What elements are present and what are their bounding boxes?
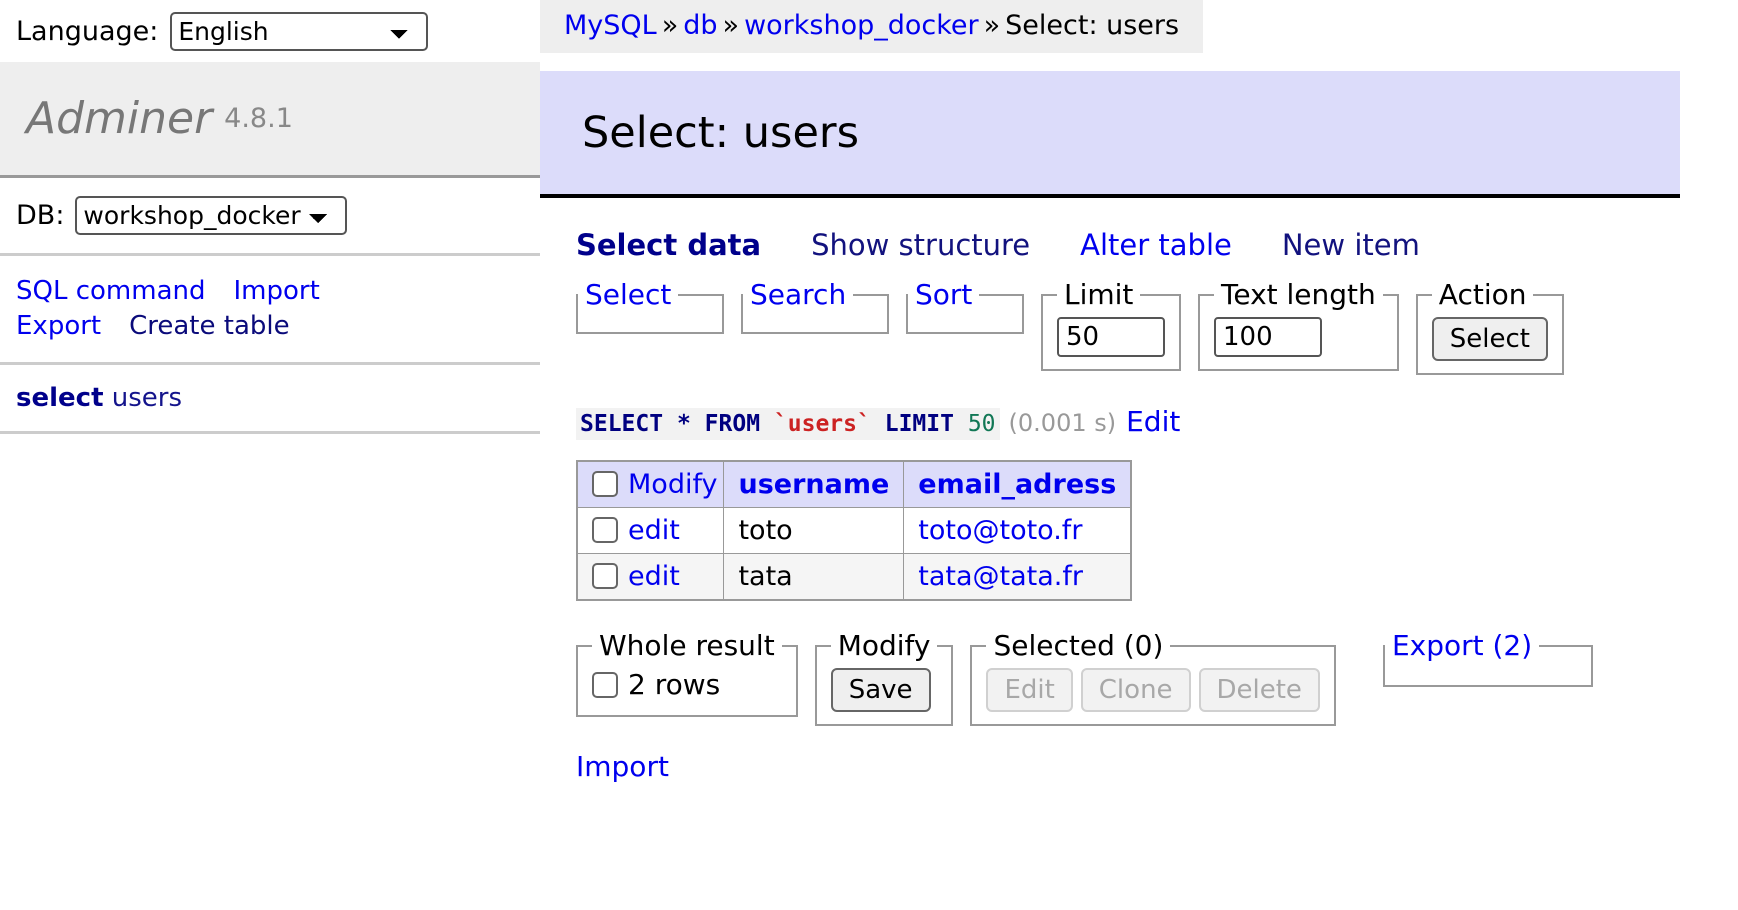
select-all-checkbox[interactable] xyxy=(592,471,618,497)
adminer-logo: Adminer 4.8.1 xyxy=(0,62,540,178)
adminer-version: 4.8.1 xyxy=(224,103,293,134)
tab-show-structure[interactable]: Show structure xyxy=(811,228,1030,262)
tab-select-data[interactable]: Select data xyxy=(576,228,761,262)
table-header-row: Modify username email_adress xyxy=(576,460,1132,508)
executed-query-line: SELECT * FROM `users` LIMIT 50 (0.001 s) E… xyxy=(576,405,1738,440)
breadcrumb-item-current: Select: users xyxy=(1005,10,1180,41)
query-controls-row: Select Search Sort Limit Text length Act… xyxy=(576,278,1738,375)
sql-table-name: `users` xyxy=(773,411,871,437)
text-length-fieldset: Text length xyxy=(1198,278,1399,371)
modify-legend: Modify xyxy=(837,629,931,662)
sidebar-current-action: select users xyxy=(0,365,540,435)
sidebar-link-export[interactable]: Export xyxy=(16,311,101,341)
sidebar-link-create-table[interactable]: Create table xyxy=(129,311,290,341)
export-legend-link[interactable]: Export (2) xyxy=(1385,629,1539,662)
footer-controls-row: Whole result 2 rows Modify Save Selected… xyxy=(576,629,1738,726)
page-title: Select: users xyxy=(582,107,860,158)
language-bar: Language: English xyxy=(0,0,540,62)
breadcrumb-separator: » xyxy=(661,10,679,41)
sort-legend-link[interactable]: Sort xyxy=(908,278,979,311)
cell-username: tata xyxy=(723,553,905,601)
page-title-bar: Select: users xyxy=(540,71,1680,198)
limit-fieldset: Limit xyxy=(1041,278,1181,371)
sql-keyword-limit: LIMIT xyxy=(884,411,954,437)
selected-fieldset: Selected (0) Edit Clone Delete xyxy=(970,629,1336,726)
breadcrumb-separator: » xyxy=(983,10,1001,41)
modify-header-label: Modify xyxy=(628,469,718,500)
language-label: Language: xyxy=(16,15,159,47)
edit-query-link[interactable]: Edit xyxy=(1126,405,1180,438)
sidebar: Adminer 4.8.1 DB: workshop_docker SQL co… xyxy=(0,62,540,910)
row-checkbox[interactable] xyxy=(592,563,618,589)
sql-query-text: SELECT * FROM `users` LIMIT 50 xyxy=(576,408,1000,440)
email-link[interactable]: toto@toto.fr xyxy=(918,515,1082,546)
db-select[interactable]: workshop_docker xyxy=(75,196,348,235)
search-fieldset: Search xyxy=(741,278,889,334)
table-row: edit toto toto@toto.fr xyxy=(576,507,1132,554)
delete-selected-button: Delete xyxy=(1198,668,1320,712)
whole-result-fieldset: Whole result 2 rows xyxy=(576,629,798,717)
select-fieldset: Select xyxy=(576,278,724,334)
selected-legend: Selected (0) xyxy=(993,629,1164,662)
breadcrumb-separator: » xyxy=(722,10,740,41)
query-duration: (0.001 s) xyxy=(1008,409,1117,437)
row-select-cell: edit xyxy=(576,553,725,601)
sql-keyword-select: SELECT xyxy=(580,411,664,437)
row-count-label: 2 rows xyxy=(628,668,721,701)
breadcrumb: MySQL» db» workshop_docker» Select: users xyxy=(540,0,1204,53)
current-action-table: users xyxy=(111,383,183,414)
modify-fieldset: Modify Save xyxy=(814,629,954,726)
whole-result-legend: Whole result xyxy=(599,629,775,662)
save-button[interactable]: Save xyxy=(830,668,931,712)
sql-keyword-from: FROM xyxy=(704,411,761,437)
main-content: MySQL» db» workshop_docker» Select: users S… xyxy=(540,0,1738,910)
action-legend: Action xyxy=(1438,278,1527,311)
sql-star: * xyxy=(676,411,691,437)
cell-email-adress: tata@tata.fr xyxy=(903,553,1132,601)
modify-header-cell: Modify xyxy=(576,460,725,508)
sort-fieldset: Sort xyxy=(906,278,1024,334)
action-fieldset: Action Select xyxy=(1415,278,1564,375)
db-selector-section: DB: workshop_docker xyxy=(0,178,540,256)
search-legend-link[interactable]: Search xyxy=(743,278,853,311)
table-row: edit tata tata@tata.fr xyxy=(576,553,1132,601)
breadcrumb-item-db[interactable]: db xyxy=(683,10,717,41)
column-header-email-adress[interactable]: email_adress xyxy=(903,460,1132,508)
email-link[interactable]: tata@tata.fr xyxy=(918,561,1083,592)
edit-row-link[interactable]: edit xyxy=(628,515,680,546)
import-link[interactable]: Import xyxy=(576,750,669,783)
cell-email-adress: toto@toto.fr xyxy=(903,507,1132,554)
limit-legend: Limit xyxy=(1064,278,1134,311)
adminer-logo-name: Adminer xyxy=(26,93,213,144)
limit-input[interactable] xyxy=(1057,317,1165,357)
results-table: Modify username email_adress edit toto t… xyxy=(576,460,1133,601)
sidebar-links-section: SQL command Import Export Create table xyxy=(0,256,540,366)
edit-selected-button: Edit xyxy=(986,668,1073,712)
clone-selected-button: Clone xyxy=(1080,668,1191,712)
row-checkbox[interactable] xyxy=(592,517,618,543)
breadcrumb-item-workshop-docker[interactable]: workshop_docker xyxy=(744,10,979,41)
text-length-input[interactable] xyxy=(1214,317,1322,357)
db-label: DB: xyxy=(16,200,65,231)
text-length-legend: Text length xyxy=(1221,278,1376,311)
cell-username: toto xyxy=(723,507,905,554)
sidebar-link-import[interactable]: Import xyxy=(234,276,320,306)
export-fieldset: Export (2) xyxy=(1382,629,1593,687)
tab-new-item[interactable]: New item xyxy=(1282,228,1420,262)
select-legend-link[interactable]: Select xyxy=(578,278,678,311)
select-submit-button[interactable]: Select xyxy=(1431,317,1548,361)
sidebar-link-sql-command[interactable]: SQL command xyxy=(16,276,206,306)
whole-result-checkbox[interactable] xyxy=(592,672,618,698)
row-select-cell: edit xyxy=(576,507,725,554)
tab-alter-table[interactable]: Alter table xyxy=(1080,228,1232,262)
breadcrumb-item-mysql[interactable]: MySQL xyxy=(564,10,657,41)
current-action-verb: select xyxy=(16,383,104,414)
language-select[interactable]: English xyxy=(170,11,429,51)
table-tabs: Select data Show structure Alter table New … xyxy=(576,228,1738,262)
sql-limit-value: 50 xyxy=(967,411,996,437)
column-header-username[interactable]: username xyxy=(723,460,905,508)
edit-row-link[interactable]: edit xyxy=(628,561,680,592)
